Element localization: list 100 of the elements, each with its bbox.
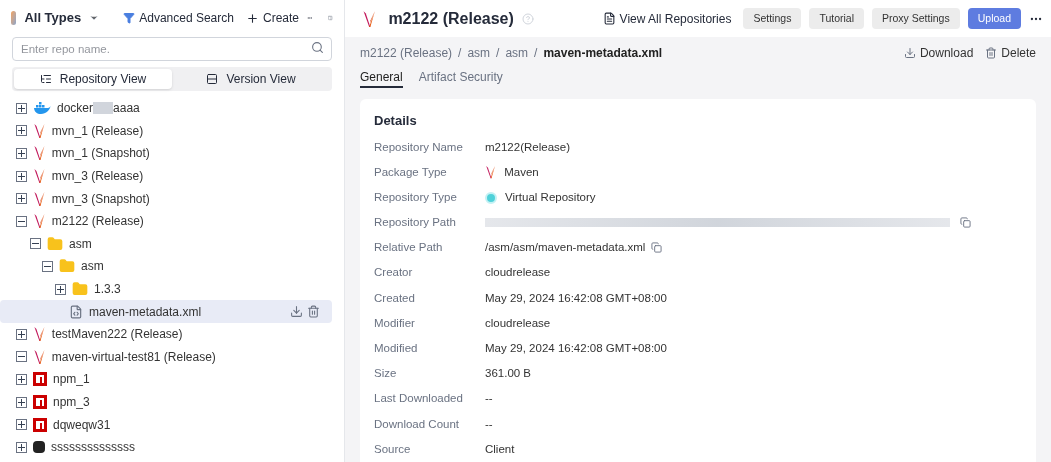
expand-toggle[interactable] [16, 170, 27, 182]
tree-label: asm [81, 258, 104, 276]
feather-logo-icon [33, 122, 46, 139]
tree-label: 1.3.3 [94, 281, 121, 299]
search-field[interactable]: Enter repo name. [12, 37, 332, 61]
tree-row[interactable]: dqweqw31 [0, 413, 332, 436]
tree-row[interactable]: npm_1 [0, 368, 332, 391]
expand-toggle[interactable] [16, 102, 27, 114]
header-button[interactable]: Tutorial [809, 8, 864, 30]
tree-label: mvn_3 (Release) [51, 168, 144, 186]
header-button[interactable]: Proxy Settings [872, 8, 960, 30]
feather-logo-icon [33, 145, 46, 162]
field-label: Created [374, 290, 416, 306]
content-tab[interactable]: Artifact Security [418, 68, 503, 89]
tree-row[interactable]: mvn_1 (Snapshot) [0, 142, 332, 165]
download-icon [903, 46, 916, 59]
feather-logo-icon [485, 165, 497, 180]
whale-logo-icon [33, 101, 51, 115]
copy-icon[interactable] [960, 217, 971, 229]
tree-label: mvn_1 (Release) [51, 122, 144, 140]
tree-row[interactable]: maven-virtual-test81 (Release) [0, 345, 332, 369]
tree-label: aaaa [113, 100, 140, 118]
view-tab[interactable]: Version View [172, 69, 330, 89]
rows-icon [206, 73, 219, 85]
breadcrumb-item[interactable]: m2122 (Release) [360, 43, 453, 62]
expand-toggle[interactable] [16, 373, 27, 385]
view-all-link[interactable]: View All Repositories [602, 9, 732, 28]
content-tab[interactable]: General [360, 68, 403, 89]
tree-label: dqweqw31 [53, 416, 111, 434]
expand-toggle[interactable] [16, 396, 27, 408]
search-icon[interactable] [311, 41, 324, 54]
tree-row[interactable]: mvn_3 (Snapshot) [0, 187, 332, 210]
tree-label: mvn_1 (Snapshot) [51, 145, 150, 163]
tree-row[interactable]: mvn_3 (Release) [0, 164, 332, 188]
expand-toggle[interactable] [16, 441, 27, 453]
expand-toggle[interactable] [16, 193, 27, 205]
tree-row[interactable]: mvn_1 (Release) [0, 119, 332, 143]
tree-row[interactable]: maven-metadata.xml [0, 300, 332, 323]
tree-row[interactable]: asm [0, 232, 332, 256]
field-value: 361.00 B [485, 366, 532, 382]
create-button[interactable]: Create [245, 9, 299, 27]
tree-label: docker [57, 100, 94, 118]
tree-row[interactable]: m2122 (Release) [0, 209, 332, 233]
expand-toggle[interactable] [55, 283, 66, 295]
advanced-search-button[interactable]: Advanced Search [123, 9, 234, 27]
npm-logo-icon [33, 395, 47, 409]
file-icon [69, 304, 83, 319]
header-button[interactable]: Upload [967, 8, 1021, 30]
breadcrumb-item[interactable]: asm [505, 43, 529, 62]
expand-toggle[interactable] [16, 148, 27, 159]
tree-label: m2122 (Release) [51, 213, 144, 231]
field-label: Relative Path [374, 240, 444, 256]
action-button[interactable]: Download [903, 43, 974, 62]
action-button[interactable]: Delete [985, 43, 1036, 62]
collapse-toggle[interactable] [30, 238, 41, 250]
tree-row[interactable]: ssssssssssssss [0, 435, 332, 459]
tree-label: mvn_3 (Snapshot) [51, 190, 150, 208]
tree-row[interactable]: asm [0, 255, 332, 278]
details-title: Details [374, 112, 418, 131]
header-button[interactable]: Settings [743, 8, 802, 30]
type-dropdown[interactable]: All Types [24, 8, 100, 28]
tree-label: npm_1 [53, 371, 90, 389]
field-label: Repository Name [374, 139, 464, 155]
expand-toggle[interactable] [16, 328, 27, 340]
tree-label: maven-virtual-test81 (Release) [51, 348, 216, 366]
field-label: Modified [374, 341, 419, 357]
expand-toggle[interactable] [16, 125, 27, 137]
tree-label: testMaven222 (Release) [51, 326, 183, 344]
document-icon [602, 12, 616, 26]
field-label: Package Type [374, 164, 448, 180]
expand-toggle[interactable] [16, 419, 27, 431]
field-value: Virtual Repository [505, 189, 596, 205]
delete-icon[interactable] [307, 305, 320, 319]
tree-label: npm_3 [53, 394, 90, 411]
tree-row[interactable]: 1.3.3 [0, 277, 332, 301]
virtual-repo-icon [485, 191, 497, 204]
view-tab[interactable]: Repository View [14, 69, 172, 89]
download-icon[interactable] [290, 305, 303, 319]
field-label: Download Count [374, 416, 461, 432]
collapse-toggle[interactable] [42, 260, 53, 272]
copy-icon[interactable] [651, 242, 663, 254]
field-value: -- [485, 391, 493, 407]
breadcrumb-separator: / [458, 44, 462, 62]
npm-logo-icon [33, 417, 47, 432]
feather-logo-icon [33, 348, 46, 365]
field-value: Client [485, 441, 515, 457]
field-label: Repository Type [374, 189, 458, 205]
feather-logo-icon [362, 9, 377, 28]
feather-logo-icon [33, 213, 46, 230]
tree-row[interactable]: npm_3 [0, 390, 332, 414]
tree-row[interactable]: docker aaaa [0, 97, 332, 120]
feather-logo-icon [33, 190, 46, 207]
collapse-toggle[interactable] [16, 215, 27, 227]
collapse-toggle[interactable] [16, 351, 27, 363]
caret-icon [89, 13, 100, 23]
npm-logo-icon [33, 372, 47, 387]
tree-row[interactable]: testMaven222 (Release) [0, 322, 332, 346]
field-value: -- [485, 416, 493, 432]
field-label: Size [374, 366, 398, 382]
breadcrumb-item[interactable]: asm [467, 43, 491, 62]
